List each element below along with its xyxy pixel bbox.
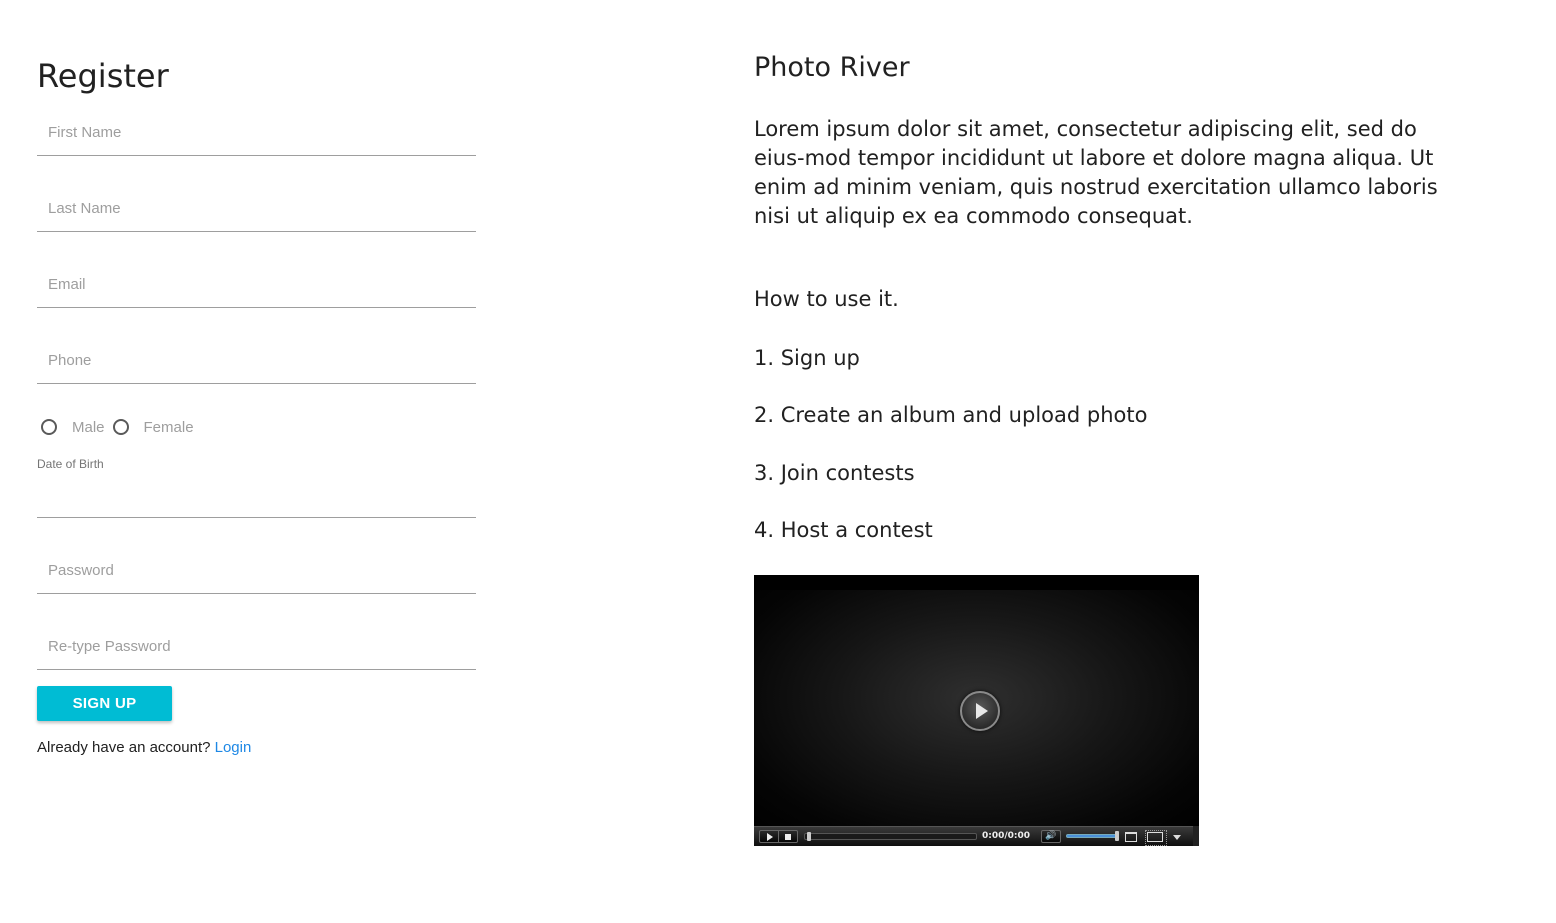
login-link[interactable]: Login	[215, 739, 252, 756]
seek-handle[interactable]	[807, 832, 811, 841]
male-radio[interactable]	[41, 419, 57, 435]
retype-password-field[interactable]	[37, 630, 476, 670]
first-name-field[interactable]	[37, 116, 476, 156]
step-item: 2. Create an album and upload photo	[754, 403, 1148, 427]
video-controls-bar: 0:00/0:00	[754, 826, 1199, 846]
mute-icon[interactable]	[1041, 830, 1061, 843]
time-display: 0:00/0:00	[982, 831, 1031, 841]
password-input[interactable]	[37, 554, 476, 593]
big-play-icon[interactable]	[960, 691, 1000, 731]
info-title: Photo River	[754, 52, 910, 83]
last-name-input[interactable]	[37, 192, 476, 231]
how-to-heading: How to use it.	[754, 287, 899, 311]
menu-arrow-icon[interactable]	[1171, 831, 1183, 844]
volume-slider[interactable]	[1066, 831, 1119, 841]
window-icon[interactable]	[1125, 832, 1137, 842]
last-name-field[interactable]	[37, 192, 476, 232]
video-screen[interactable]	[754, 590, 1199, 830]
step-item: 3. Join contests	[754, 461, 915, 485]
player-edge	[1193, 826, 1199, 846]
date-of-birth-input[interactable]	[37, 478, 476, 517]
sign-up-button[interactable]: SIGN UP	[37, 686, 172, 721]
info-description: Lorem ipsum dolor sit amet, consectetur …	[754, 117, 1438, 228]
register-title: Register	[37, 57, 169, 95]
video-player[interactable]: 0:00/0:00	[754, 575, 1199, 846]
retype-password-input[interactable]	[37, 630, 476, 669]
step-item: 1. Sign up	[754, 346, 860, 370]
first-name-input[interactable]	[37, 116, 476, 155]
volume-handle[interactable]	[1115, 831, 1119, 841]
email-field[interactable]	[37, 268, 476, 308]
phone-input[interactable]	[37, 344, 476, 383]
login-prompt: Already have an account? Login	[37, 739, 251, 756]
gender-male-option[interactable]: Male	[41, 419, 105, 436]
female-radio[interactable]	[112, 419, 129, 435]
stop-icon[interactable]	[779, 830, 798, 843]
phone-field[interactable]	[37, 344, 476, 384]
fullscreen-icon[interactable]	[1145, 830, 1167, 846]
female-label: Female	[143, 418, 194, 436]
email-input[interactable]	[37, 268, 476, 307]
gender-female-option[interactable]: Female	[112, 418, 194, 436]
login-prompt-text: Already have an account?	[37, 739, 211, 756]
step-item: 4. Host a contest	[754, 518, 933, 542]
date-of-birth-label: Date of Birth	[37, 457, 104, 471]
date-of-birth-field[interactable]	[37, 478, 476, 518]
seek-bar[interactable]	[804, 832, 977, 841]
play-icon[interactable]	[759, 830, 779, 843]
password-field[interactable]	[37, 554, 476, 594]
gender-radio-group: Male Female	[37, 417, 194, 437]
male-label: Male	[72, 418, 105, 436]
